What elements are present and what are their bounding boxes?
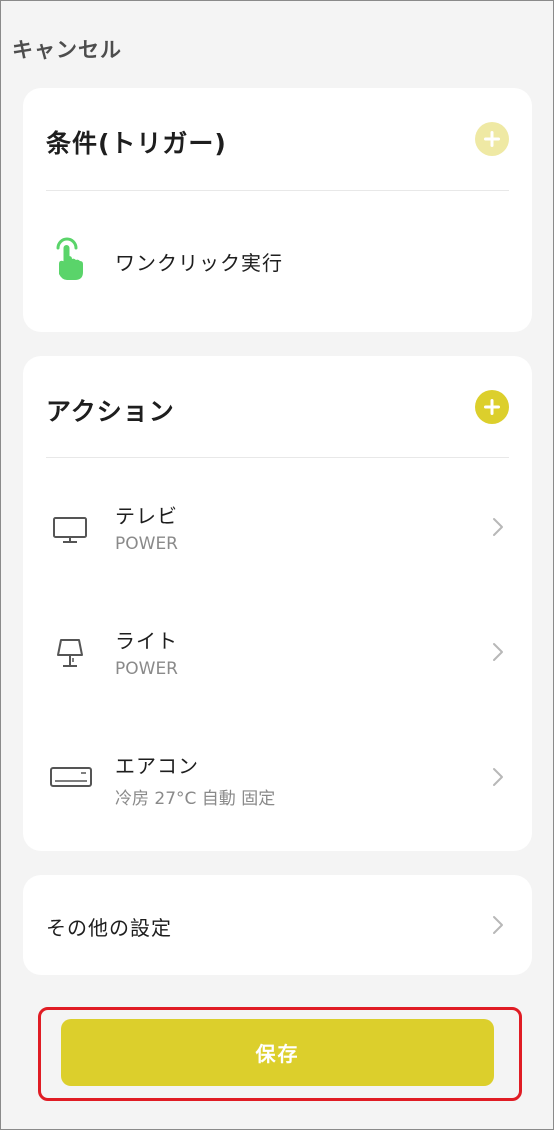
action-divider bbox=[46, 457, 509, 458]
trigger-divider bbox=[46, 190, 509, 191]
action-section-title: アクション bbox=[46, 397, 175, 426]
trigger-card: 条件(トリガー) ワンクリック実行 bbox=[23, 88, 532, 332]
action-item-detail: 冷房 27°C 自動 固定 bbox=[115, 789, 276, 809]
air-conditioner-icon bbox=[50, 767, 92, 787]
plus-icon bbox=[484, 399, 500, 415]
tv-icon bbox=[53, 517, 87, 543]
chevron-right-icon bbox=[493, 643, 503, 661]
trigger-item-label: ワンクリック実行 bbox=[115, 251, 283, 275]
chevron-right-icon bbox=[493, 768, 503, 786]
other-settings-label: その他の設定 bbox=[46, 916, 172, 940]
add-trigger-button[interactable] bbox=[475, 122, 509, 156]
action-card: アクション テレビ POWER ライト POWER エアコン 冷房 27°C 自… bbox=[23, 356, 532, 851]
action-item-label: ライト bbox=[115, 629, 178, 653]
save-button[interactable]: 保存 bbox=[61, 1019, 494, 1086]
action-item-label: エアコン bbox=[115, 754, 199, 778]
action-item-label: テレビ bbox=[115, 504, 178, 528]
other-settings-row[interactable]: その他の設定 bbox=[23, 875, 532, 975]
action-item-detail: POWER bbox=[115, 659, 178, 679]
chevron-right-icon bbox=[493, 916, 503, 934]
cancel-button[interactable]: キャンセル bbox=[12, 34, 122, 64]
chevron-right-icon bbox=[493, 518, 503, 536]
trigger-section-title: 条件(トリガー) bbox=[46, 129, 227, 158]
action-item-detail: POWER bbox=[115, 534, 178, 554]
plus-icon bbox=[484, 131, 500, 147]
add-action-button[interactable] bbox=[475, 390, 509, 424]
lamp-icon bbox=[57, 639, 83, 667]
tap-hand-icon bbox=[56, 237, 83, 280]
